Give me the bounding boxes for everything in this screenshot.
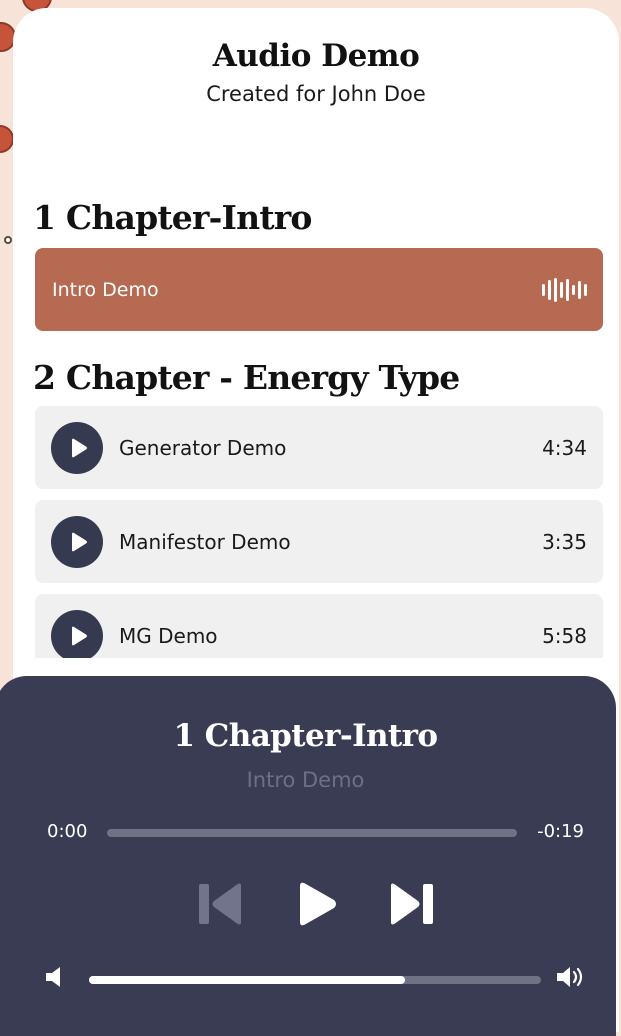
track-name: Generator Demo <box>119 435 287 460</box>
volume-low-icon[interactable] <box>46 967 62 987</box>
play-icon <box>71 438 87 457</box>
track-name: MG Demo <box>119 623 218 648</box>
track-name: Manifestor Demo <box>119 529 291 554</box>
track-row[interactable]: Generator Demo 4:34 <box>35 406 603 489</box>
track-name: Intro Demo <box>52 278 159 301</box>
chapter-heading: 1 Chapter-Intro <box>33 198 312 237</box>
page-subtitle: Created for John Doe <box>206 82 426 106</box>
play-button[interactable] <box>51 515 103 568</box>
track-row[interactable]: Manifestor Demo 3:35 <box>35 500 603 583</box>
page-title: Audio Demo <box>212 38 420 74</box>
track-duration: 3:35 <box>542 529 587 554</box>
track-duration: 5:58 <box>542 623 587 648</box>
decorative-dot <box>4 236 12 244</box>
volume-level <box>89 976 406 984</box>
chapter-heading: 2 Chapter - Energy Type <box>33 358 460 397</box>
skip-previous-icon[interactable] <box>199 880 243 928</box>
waveform-icon <box>542 277 587 302</box>
play-icon <box>71 626 87 645</box>
play-icon <box>71 532 87 551</box>
track-row-active[interactable]: Intro Demo <box>35 248 603 331</box>
progress-slider[interactable] <box>107 829 517 837</box>
track-duration: 4:34 <box>542 435 587 460</box>
remaining-time: -0:19 <box>537 821 584 842</box>
play-button[interactable] <box>51 609 103 662</box>
audio-player: 1 Chapter-Intro Intro Demo 0:00 -0:19 <box>0 676 616 1036</box>
volume-high-icon[interactable] <box>557 967 585 987</box>
elapsed-time: 0:00 <box>47 821 88 842</box>
play-icon[interactable] <box>296 880 338 928</box>
player-track-title: Intro Demo <box>246 768 365 792</box>
volume-slider[interactable] <box>89 976 541 984</box>
decorative-dot <box>0 125 14 153</box>
header: Audio Demo Created for John Doe <box>13 8 619 106</box>
play-button[interactable] <box>51 421 103 474</box>
player-chapter-title: 1 Chapter-Intro <box>173 718 439 754</box>
skip-next-icon[interactable] <box>389 880 433 928</box>
